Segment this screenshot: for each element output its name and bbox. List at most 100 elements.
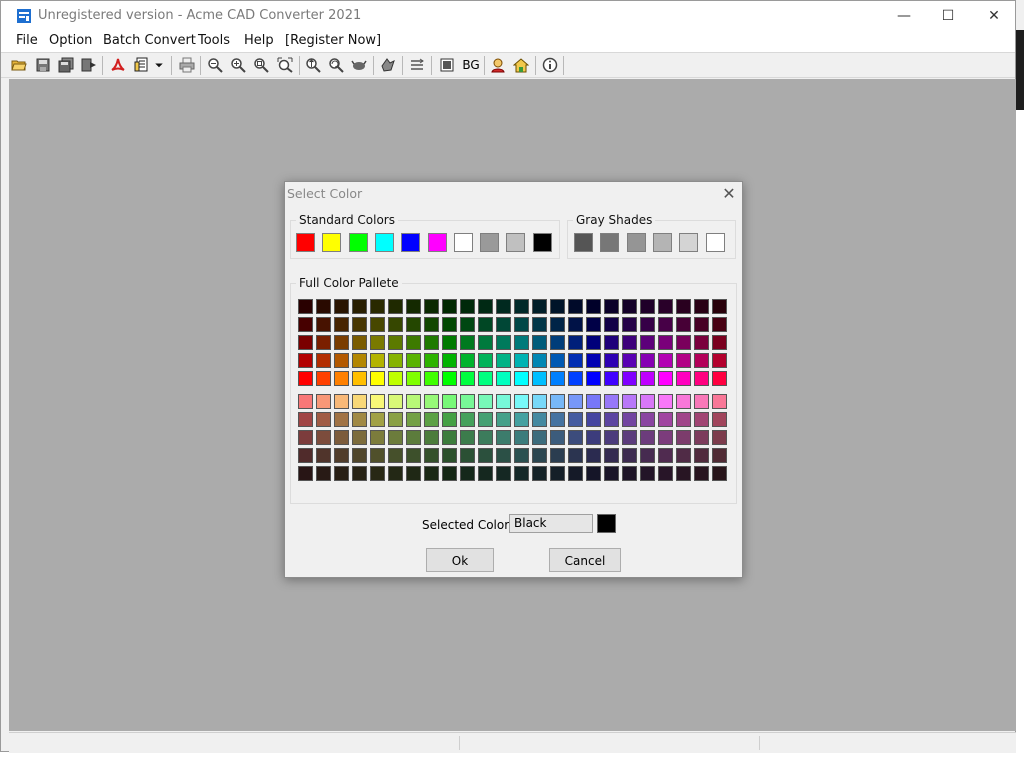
- standard-color-swatch[interactable]: [296, 233, 315, 252]
- zoom-in-icon[interactable]: [229, 56, 247, 74]
- menu-batch-convert[interactable]: Batch Convert: [103, 33, 196, 48]
- palette-color-cell[interactable]: [514, 335, 529, 350]
- dropdown-arrow-icon[interactable]: [153, 56, 165, 74]
- palette-color-cell[interactable]: [352, 394, 367, 409]
- palette-color-cell[interactable]: [478, 412, 493, 427]
- palette-color-cell[interactable]: [676, 430, 691, 445]
- palette-color-cell[interactable]: [334, 412, 349, 427]
- palette-color-cell[interactable]: [478, 466, 493, 481]
- palette-color-cell[interactable]: [676, 371, 691, 386]
- menu-register-now[interactable]: [Register Now]: [285, 33, 381, 48]
- palette-color-cell[interactable]: [388, 371, 403, 386]
- palette-color-cell[interactable]: [388, 317, 403, 332]
- info-icon[interactable]: [541, 56, 559, 74]
- palette-color-cell[interactable]: [406, 299, 421, 314]
- palette-color-cell[interactable]: [316, 317, 331, 332]
- palette-color-cell[interactable]: [424, 448, 439, 463]
- print-icon[interactable]: [178, 56, 196, 74]
- palette-color-cell[interactable]: [568, 335, 583, 350]
- palette-color-cell[interactable]: [622, 430, 637, 445]
- palette-color-cell[interactable]: [622, 353, 637, 368]
- dialog-close-icon[interactable]: ✕: [717, 182, 741, 206]
- palette-color-cell[interactable]: [694, 371, 709, 386]
- palette-color-cell[interactable]: [424, 466, 439, 481]
- palette-color-cell[interactable]: [694, 412, 709, 427]
- palette-color-cell[interactable]: [316, 430, 331, 445]
- palette-color-cell[interactable]: [406, 466, 421, 481]
- palette-color-cell[interactable]: [550, 335, 565, 350]
- bg-black-icon[interactable]: [438, 56, 456, 74]
- palette-color-cell[interactable]: [514, 299, 529, 314]
- palette-color-cell[interactable]: [442, 335, 457, 350]
- palette-color-cell[interactable]: [370, 335, 385, 350]
- palette-color-cell[interactable]: [622, 317, 637, 332]
- palette-color-cell[interactable]: [424, 371, 439, 386]
- palette-color-cell[interactable]: [370, 448, 385, 463]
- palette-color-cell[interactable]: [640, 412, 655, 427]
- palette-color-cell[interactable]: [388, 466, 403, 481]
- palette-color-cell[interactable]: [460, 430, 475, 445]
- palette-color-cell[interactable]: [334, 371, 349, 386]
- palette-color-cell[interactable]: [586, 317, 601, 332]
- palette-color-cell[interactable]: [694, 430, 709, 445]
- palette-color-cell[interactable]: [298, 394, 313, 409]
- palette-color-cell[interactable]: [640, 430, 655, 445]
- open-folder-icon[interactable]: [10, 56, 28, 74]
- palette-color-cell[interactable]: [478, 448, 493, 463]
- palette-color-cell[interactable]: [586, 448, 601, 463]
- palette-color-cell[interactable]: [496, 448, 511, 463]
- zoom-extents-icon[interactable]: [276, 56, 294, 74]
- palette-color-cell[interactable]: [712, 317, 727, 332]
- palette-color-cell[interactable]: [694, 394, 709, 409]
- palette-color-cell[interactable]: [676, 299, 691, 314]
- palette-color-cell[interactable]: [676, 412, 691, 427]
- palette-color-cell[interactable]: [388, 394, 403, 409]
- palette-color-cell[interactable]: [712, 394, 727, 409]
- palette-color-cell[interactable]: [298, 466, 313, 481]
- palette-color-cell[interactable]: [370, 412, 385, 427]
- palette-color-cell[interactable]: [478, 353, 493, 368]
- palette-color-cell[interactable]: [316, 335, 331, 350]
- layer-icon[interactable]: [379, 56, 397, 74]
- palette-color-cell[interactable]: [568, 430, 583, 445]
- palette-color-cell[interactable]: [712, 466, 727, 481]
- palette-color-cell[interactable]: [334, 317, 349, 332]
- palette-color-cell[interactable]: [514, 412, 529, 427]
- palette-color-cell[interactable]: [496, 430, 511, 445]
- palette-color-cell[interactable]: [442, 430, 457, 445]
- palette-color-cell[interactable]: [388, 412, 403, 427]
- palette-color-cell[interactable]: [460, 448, 475, 463]
- palette-color-cell[interactable]: [334, 448, 349, 463]
- zoom-realtime-icon[interactable]: [304, 56, 322, 74]
- gray-shade-swatch[interactable]: [600, 233, 620, 252]
- palette-color-cell[interactable]: [586, 299, 601, 314]
- palette-color-cell[interactable]: [370, 299, 385, 314]
- palette-color-cell[interactable]: [550, 394, 565, 409]
- palette-color-cell[interactable]: [460, 371, 475, 386]
- palette-color-cell[interactable]: [496, 394, 511, 409]
- palette-color-cell[interactable]: [388, 448, 403, 463]
- palette-color-cell[interactable]: [586, 371, 601, 386]
- palette-color-cell[interactable]: [694, 466, 709, 481]
- palette-color-cell[interactable]: [514, 394, 529, 409]
- palette-color-cell[interactable]: [478, 430, 493, 445]
- palette-color-cell[interactable]: [406, 448, 421, 463]
- palette-color-cell[interactable]: [370, 394, 385, 409]
- palette-color-cell[interactable]: [640, 394, 655, 409]
- palette-color-cell[interactable]: [712, 448, 727, 463]
- palette-color-cell[interactable]: [532, 371, 547, 386]
- palette-color-cell[interactable]: [316, 299, 331, 314]
- palette-color-cell[interactable]: [568, 412, 583, 427]
- palette-color-cell[interactable]: [334, 299, 349, 314]
- palette-color-cell[interactable]: [532, 430, 547, 445]
- palette-color-cell[interactable]: [460, 353, 475, 368]
- palette-color-cell[interactable]: [334, 394, 349, 409]
- palette-color-cell[interactable]: [640, 353, 655, 368]
- palette-color-cell[interactable]: [712, 353, 727, 368]
- palette-color-cell[interactable]: [712, 371, 727, 386]
- user-icon[interactable]: [489, 56, 507, 74]
- palette-color-cell[interactable]: [298, 412, 313, 427]
- palette-color-cell[interactable]: [406, 430, 421, 445]
- palette-color-cell[interactable]: [568, 448, 583, 463]
- palette-color-cell[interactable]: [496, 299, 511, 314]
